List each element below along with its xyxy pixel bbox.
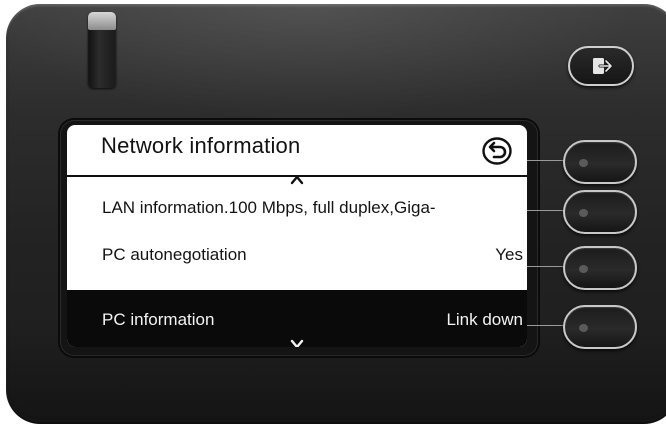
softkey-1[interactable] — [563, 140, 637, 184]
softkey-leader-3 — [527, 266, 565, 267]
list-item-value: Yes — [495, 245, 523, 264]
softkey-leader-1 — [527, 160, 565, 161]
softkey-led — [579, 265, 588, 273]
list-item-pc-autonegotiation[interactable]: PC autonegotiation Yes — [67, 234, 527, 276]
screen-title: Network information — [101, 133, 301, 158]
list-item-lan-information[interactable]: LAN information.100 Mbps, full duplex,Gi… — [67, 187, 527, 229]
chevron-up-icon — [290, 172, 304, 185]
logout-icon — [593, 58, 613, 74]
softkey-2[interactable] — [563, 190, 637, 234]
softkey-leader-4 — [527, 325, 565, 326]
display-screen: Network information LAN information.100 … — [67, 125, 527, 347]
back-arrow-circle-icon[interactable] — [481, 136, 513, 166]
softkey-3[interactable] — [563, 246, 637, 290]
list-item-label: LAN information.100 Mbps, full duplex,Gi… — [102, 198, 436, 217]
list-item-label: PC information — [102, 310, 215, 329]
softkey-4[interactable] — [563, 305, 637, 349]
chevron-down-icon — [290, 336, 304, 347]
handset-hook-top — [88, 12, 116, 30]
softkey-led — [579, 209, 588, 217]
softkey-led — [579, 324, 588, 332]
list-item-label: PC autonegotiation — [102, 245, 247, 264]
softkey-leader-2 — [527, 210, 565, 211]
list-item-value: Link down — [446, 310, 523, 329]
softkey-led — [579, 159, 588, 167]
logout-key[interactable] — [568, 46, 634, 86]
